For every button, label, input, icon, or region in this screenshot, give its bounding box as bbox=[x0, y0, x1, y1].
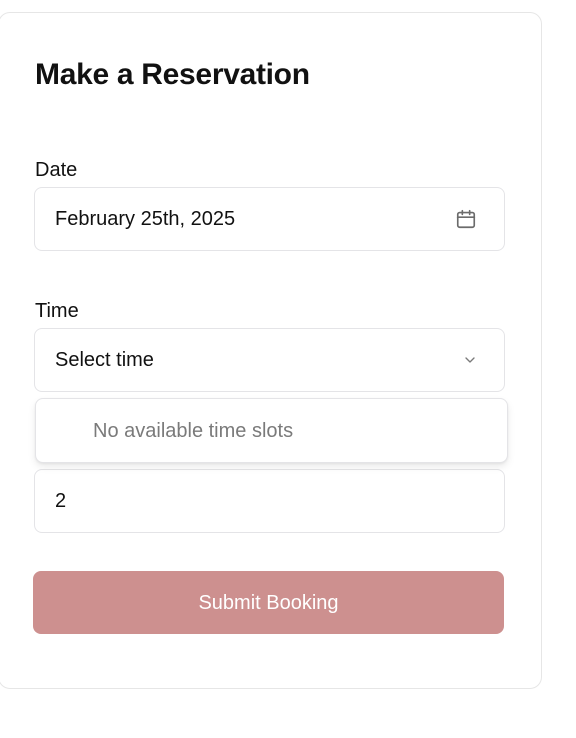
time-label: Time bbox=[35, 300, 79, 322]
time-dropdown-menu: No available time slots bbox=[35, 398, 508, 463]
date-value: February 25th, 2025 bbox=[55, 208, 236, 230]
calendar-icon[interactable] bbox=[454, 207, 478, 231]
date-label: Date bbox=[35, 159, 78, 181]
form-title: Make a Reservation bbox=[35, 58, 310, 91]
time-select[interactable]: Select time bbox=[34, 328, 505, 392]
date-picker-field[interactable]: February 25th, 2025 bbox=[34, 187, 505, 251]
chevron-down-icon bbox=[461, 351, 479, 369]
reservation-card: Make a Reservation Date February 25th, 2… bbox=[0, 12, 542, 689]
time-select-placeholder: Select time bbox=[55, 349, 154, 371]
no-time-slots-message: No available time slots bbox=[93, 420, 294, 442]
guests-input[interactable]: 2 bbox=[34, 469, 505, 533]
submit-booking-button[interactable]: Submit Booking bbox=[33, 571, 504, 634]
guests-value: 2 bbox=[55, 490, 67, 512]
